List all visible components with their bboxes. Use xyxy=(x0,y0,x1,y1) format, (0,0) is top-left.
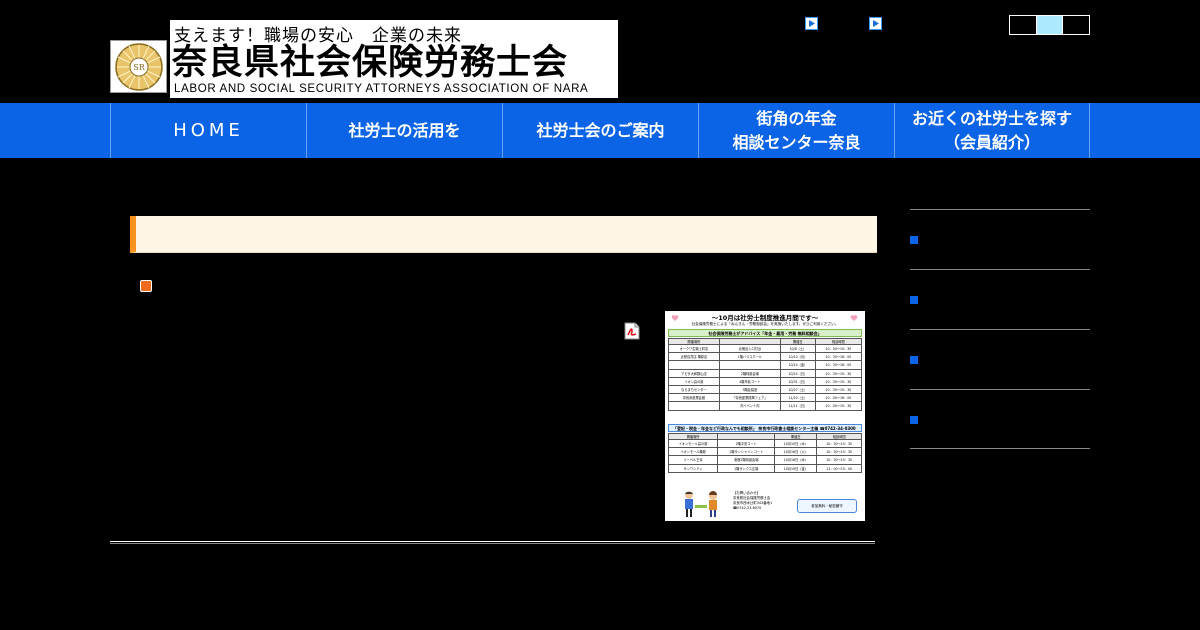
nav-utilize[interactable]: 社労士の活用を xyxy=(306,103,502,158)
sidebar-item-1[interactable] xyxy=(910,209,1090,269)
nav-utilize-label: 社労士の活用を xyxy=(348,120,461,140)
nav-about-label: 社労士会のご案内 xyxy=(536,120,665,140)
table-row: イオンモール橿原 1階サンシャインコート 10月16日（火） 10：30〜15：30 xyxy=(667,447,862,457)
nav-home[interactable]: HOME xyxy=(110,103,306,158)
font-size-small-button[interactable] xyxy=(1010,16,1037,34)
square-bullet-icon xyxy=(910,296,918,304)
flyer-subtitle: 社会保険労務士による「ねんきん・労務相談会」を実施いたします。ぜひご利用ください… xyxy=(691,322,839,326)
nav-find-member-label-2: （会員紹介） xyxy=(943,132,1040,152)
global-nav: HOME 社労士の活用を 社労士会のご案内 街角の年金 相談センター奈良 お近く… xyxy=(110,103,1090,158)
square-bullet-icon xyxy=(910,416,918,424)
table-row: 奈良県産業会館 「奈良産業振興フェア」 11/10（土） 10：00〜16：00 xyxy=(668,393,863,403)
flyer-table-2: 開催場所 開催日 相談時間 イオンモール高の原 2階平安コート 10月10日（木） 10… xyxy=(667,433,862,473)
sidebar-item-3[interactable] xyxy=(910,329,1090,389)
flyer-band-2: 「登記・税金・年金など行政なんでも相談所」 奈良市行政書士相談センター主催 ☎0… xyxy=(668,424,862,432)
sr-emblem-logo[interactable]: SR xyxy=(110,40,167,93)
table-row: ならまちセンター 3階会議室 10/27（土） 10：30〜15：30 xyxy=(668,384,863,395)
table-row: 10/14（金） 10：30〜16：00 xyxy=(668,360,863,370)
font-size-large-button[interactable] xyxy=(1063,16,1089,34)
table-row: アピタ大和郡山店 2階特設会場 10/14（日） 10：30〜15：30 xyxy=(668,368,863,378)
flyer-table-1: 開催場所 開催日 相談時間 オークワ生駒上町店 北側出入口付近 10/8（土） 10：0… xyxy=(668,338,863,411)
sidebar-menu xyxy=(910,209,1090,449)
svg-text:SR: SR xyxy=(133,63,145,72)
sidebar-item-4[interactable] xyxy=(910,389,1090,449)
nav-about[interactable]: 社労士会のご案内 xyxy=(502,103,698,158)
sr-emblem-icon: SR xyxy=(114,42,163,91)
nav-pension-center[interactable]: 街角の年金 相談センター奈良 xyxy=(698,103,894,158)
content-divider xyxy=(110,541,875,544)
play-arrow-icon xyxy=(809,20,815,27)
page-heading xyxy=(130,216,877,253)
nav-pension-center-label-1: 街角の年金 xyxy=(756,108,837,128)
consultation-illustration-icon xyxy=(685,491,717,517)
nav-find-member[interactable]: お近くの社労士を探す （会員紹介） xyxy=(894,103,1090,158)
site-logo[interactable]: 支えます！職場の安心 企業の未来 奈良県社会保険労務士会 LABOR AND S… xyxy=(170,20,618,98)
table-row: イオンモール高の原 2階平安コート 10月10日（木） 10：30〜15：30 xyxy=(667,438,862,449)
event-flyer-image[interactable]: ～10月は社労士制度推進月間です～ 社会保険労務士による「ねんきん・労務相談会」… xyxy=(665,311,865,521)
org-name-english: LABOR AND SOCIAL SECURITY ATTORNEYS ASSO… xyxy=(174,82,589,95)
table-row: サンワシティ 1階サンクス広場 10月19日（金） 11：00〜15：00 xyxy=(667,463,862,473)
flyer-free-badge: 参加無料・秘密厳守 xyxy=(797,499,857,513)
play-arrow-icon xyxy=(873,20,879,27)
table-row: イオン高の原 4階市民コート 10/31（日） 10：30〜15：30 xyxy=(668,376,863,386)
table-row: 近鉄百貨店 橿原店 1階バラスホール 10/10（月） 10：30〜16：00 xyxy=(668,352,863,362)
section-bullet-icon xyxy=(140,280,152,292)
nav-home-label: HOME xyxy=(173,119,244,141)
pdf-icon xyxy=(624,322,640,340)
utility-link-2[interactable] xyxy=(869,17,882,30)
utility-link-1[interactable] xyxy=(805,17,818,30)
font-size-switch xyxy=(1009,15,1090,35)
table-row: オークワ生駒上町店 北側出入口付近 10/8（土） 10：00〜15：30 xyxy=(668,343,863,354)
flyer-band-1: 社会保険労務士がアドバイス「年金・雇用・労務 無料相談会」 xyxy=(668,329,862,337)
nav-pension-center-label-2: 相談センター奈良 xyxy=(732,132,861,152)
square-bullet-icon xyxy=(910,356,918,364)
pdf-link[interactable] xyxy=(623,322,641,340)
font-size-medium-button[interactable] xyxy=(1036,16,1064,34)
flyer-contact: 【お問い合わせ】 奈良県社会保険労務士会 奈良市西木辻町343番地1 ☎0742… xyxy=(733,491,773,510)
sidebar-item-2[interactable] xyxy=(910,269,1090,329)
square-bullet-icon xyxy=(910,236,918,244)
org-name: 奈良県社会保険労務士会 xyxy=(172,43,569,83)
flyer-title: ～10月は社労士制度推進月間です～ xyxy=(711,314,819,322)
nav-find-member-label-1: お近くの社労士を探す xyxy=(911,108,1072,128)
table-row: 内イベント内 11/11（日） 10：00〜15：30 xyxy=(668,401,863,411)
table-row: リーベル王寺 東館2階特設会場 10月18日（木） 10：30〜15：30 xyxy=(667,455,862,465)
